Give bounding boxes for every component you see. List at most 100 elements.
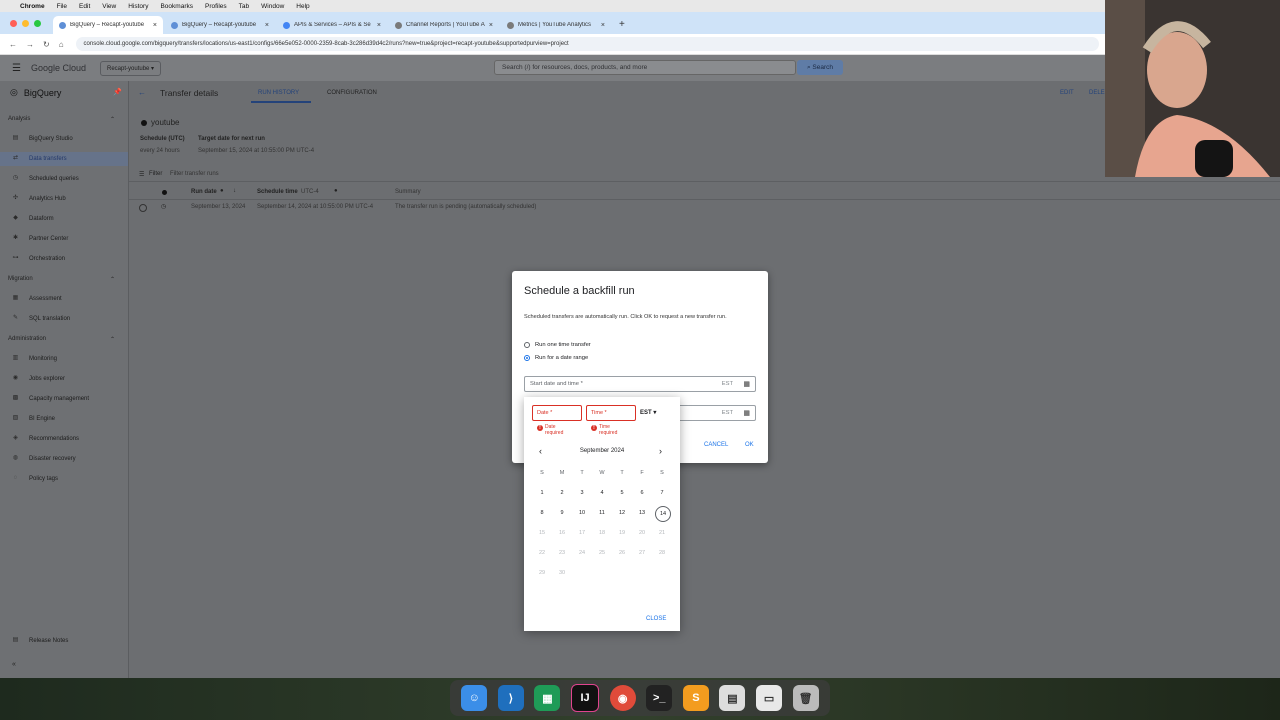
help-icon[interactable]: ●	[220, 188, 224, 194]
collapse-chevron-icon[interactable]: ⌃	[110, 116, 115, 123]
calendar-day[interactable]: 7	[655, 490, 669, 496]
browser-tab-channel-reports[interactable]: Channel Reports | YouTube A ×	[389, 16, 499, 34]
date-input[interactable]: Date *	[532, 405, 582, 421]
chrome-icon[interactable]: ◉	[609, 685, 636, 711]
finder-icon[interactable]: ☺	[461, 685, 488, 711]
nav-item-dataform[interactable]: ◆ Dataform	[12, 215, 54, 222]
col-tz[interactable]: UTC-4	[301, 189, 319, 195]
reload-icon[interactable]: ↻	[43, 40, 50, 49]
minimize-window-icon[interactable]	[22, 20, 29, 27]
ok-button[interactable]: OK	[745, 442, 754, 448]
menu-edit[interactable]: Edit	[79, 3, 90, 10]
col-schedule-time[interactable]: Schedule time	[257, 189, 298, 195]
help-icon[interactable]: ●	[334, 188, 338, 194]
browser-tab-bigquery-2[interactable]: BigQuery – Recapt-youtube ×	[165, 16, 275, 34]
collapse-sidebar-icon[interactable]: «	[12, 661, 16, 668]
terminal-icon[interactable]: >_	[646, 685, 673, 711]
time-input[interactable]: Time *	[586, 405, 636, 421]
nav-item-data-transfers[interactable]: ⇄ Data transfers	[12, 155, 67, 162]
menu-view[interactable]: View	[102, 3, 116, 10]
calendar-day[interactable]: 5	[615, 490, 629, 496]
calendar-day[interactable]: 2	[555, 490, 569, 496]
nav-item-analytics-hub[interactable]: ✣ Analytics Hub	[12, 195, 66, 202]
delete-button[interactable]: DELE	[1089, 90, 1105, 96]
menu-history[interactable]: History	[128, 3, 148, 10]
menu-bookmarks[interactable]: Bookmarks	[160, 3, 193, 10]
new-tab-button[interactable]: +	[619, 19, 625, 30]
google-cloud-logo[interactable]: Google Cloud	[31, 63, 86, 73]
downloads-icon[interactable]: ▭	[756, 685, 783, 711]
back-arrow-icon[interactable]: ←	[138, 88, 146, 97]
close-tab-icon[interactable]: ×	[265, 22, 269, 29]
next-month-chevron-icon[interactable]: ›	[659, 446, 662, 456]
calendar-day[interactable]: 1	[535, 490, 549, 496]
collapse-chevron-icon[interactable]: ⌃	[110, 336, 115, 343]
nav-item-partner-center[interactable]: ✱ Partner Center	[12, 235, 68, 242]
radio-circle-checked[interactable]	[524, 355, 530, 361]
sheets-icon[interactable]: ▦	[534, 685, 561, 711]
nav-item-orchestration[interactable]: ⊶ Orchestration	[12, 255, 66, 262]
nav-item-sql-translation[interactable]: ✎ SQL translation	[12, 315, 70, 322]
nav-item-monitoring[interactable]: ▥ Monitoring	[12, 355, 57, 362]
nav-item-release-notes[interactable]: ▤ Release Notes	[12, 637, 69, 644]
search-button[interactable]: ⌕ Search	[797, 60, 843, 75]
menu-help[interactable]: Help	[296, 3, 309, 10]
calendar-day[interactable]: 10	[575, 510, 589, 516]
menu-file[interactable]: File	[57, 3, 67, 10]
nav-item-scheduled-queries[interactable]: ◷ Scheduled queries	[12, 175, 79, 182]
filter-input[interactable]: Filter transfer runs	[170, 171, 219, 177]
search-input[interactable]: Search (/) for resources, docs, products…	[494, 60, 796, 75]
browser-tab-metrics[interactable]: Metrics | YouTube Analytics ×	[501, 16, 611, 34]
calendar-icon[interactable]: ▦	[743, 380, 750, 388]
address-bar[interactable]: console.cloud.google.com/bigquery/transf…	[75, 37, 1099, 51]
nav-item-bigquery-studio[interactable]: ▤ BigQuery Studio	[12, 135, 73, 142]
calendar-day[interactable]: 14	[655, 506, 671, 522]
intellij-icon[interactable]: IJ	[571, 684, 600, 712]
timezone-select[interactable]: EST ▾	[640, 409, 656, 416]
calendar-day[interactable]: 3	[575, 490, 589, 496]
close-tab-icon[interactable]: ×	[377, 22, 381, 29]
browser-tab-apis[interactable]: APIs & Services – APIs & Se ×	[277, 16, 387, 34]
calendar-day[interactable]: 12	[615, 510, 629, 516]
row-select-radio[interactable]	[139, 204, 147, 212]
menu-window[interactable]: Window	[261, 3, 284, 10]
nav-item-recommendations[interactable]: ◈ Recommendations	[12, 435, 79, 442]
cancel-button[interactable]: CANCEL	[704, 442, 728, 448]
nav-item-capacity-management[interactable]: ▩ Capacity management	[12, 395, 89, 402]
col-run-date[interactable]: Run date	[191, 189, 217, 195]
sublime-icon[interactable]: S	[682, 685, 709, 711]
collapse-chevron-icon[interactable]: ⌃	[110, 276, 115, 283]
sort-down-icon[interactable]: ↓	[233, 188, 236, 194]
close-tab-icon[interactable]: ×	[601, 22, 605, 29]
start-date-field[interactable]: Start date and time * EST ▦	[524, 376, 756, 392]
vscode-icon[interactable]: ⟩	[497, 685, 524, 711]
menu-profiles[interactable]: Profiles	[205, 3, 227, 10]
row-run-date[interactable]: September 13, 2024	[191, 204, 245, 210]
back-icon[interactable]: ←	[9, 40, 17, 49]
forward-icon[interactable]: →	[26, 40, 34, 49]
close-button[interactable]: CLOSE	[646, 616, 666, 622]
calendar-icon[interactable]: ▦	[743, 409, 750, 417]
browser-tab-bigquery-1[interactable]: BigQuery – Recapt-youtube ×	[53, 16, 163, 34]
nav-item-disaster-recovery[interactable]: ◍ Disaster recovery	[12, 455, 76, 462]
nav-item-assessment[interactable]: ▦ Assessment	[12, 295, 62, 302]
menu-tab[interactable]: Tab	[239, 3, 249, 10]
home-icon[interactable]: ⌂	[59, 40, 64, 49]
project-picker[interactable]: Recapt-youtube ▾	[100, 60, 162, 76]
tab-configuration[interactable]: CONFIGURATION	[327, 90, 377, 96]
edit-button[interactable]: EDIT	[1060, 90, 1074, 96]
close-tab-icon[interactable]: ×	[489, 22, 493, 29]
radio-run-one-time[interactable]: Run one time transfer	[524, 342, 591, 348]
pin-icon[interactable]: 📌	[113, 88, 122, 96]
nav-item-policy-tags[interactable]: ◌ Policy tags	[12, 475, 58, 482]
section-migration[interactable]: Migration	[8, 276, 33, 282]
tab-run-history[interactable]: RUN HISTORY	[258, 90, 299, 96]
zoom-window-icon[interactable]	[34, 20, 41, 27]
main-menu-icon[interactable]: ☰	[12, 63, 21, 74]
calendar-day[interactable]: 4	[595, 490, 609, 496]
close-window-icon[interactable]	[10, 20, 17, 27]
section-analysis[interactable]: Analysis	[8, 116, 30, 122]
calendar-day[interactable]: 13	[635, 510, 649, 516]
calendar-day[interactable]: 9	[555, 510, 569, 516]
documents-icon[interactable]: ▤	[719, 685, 746, 711]
